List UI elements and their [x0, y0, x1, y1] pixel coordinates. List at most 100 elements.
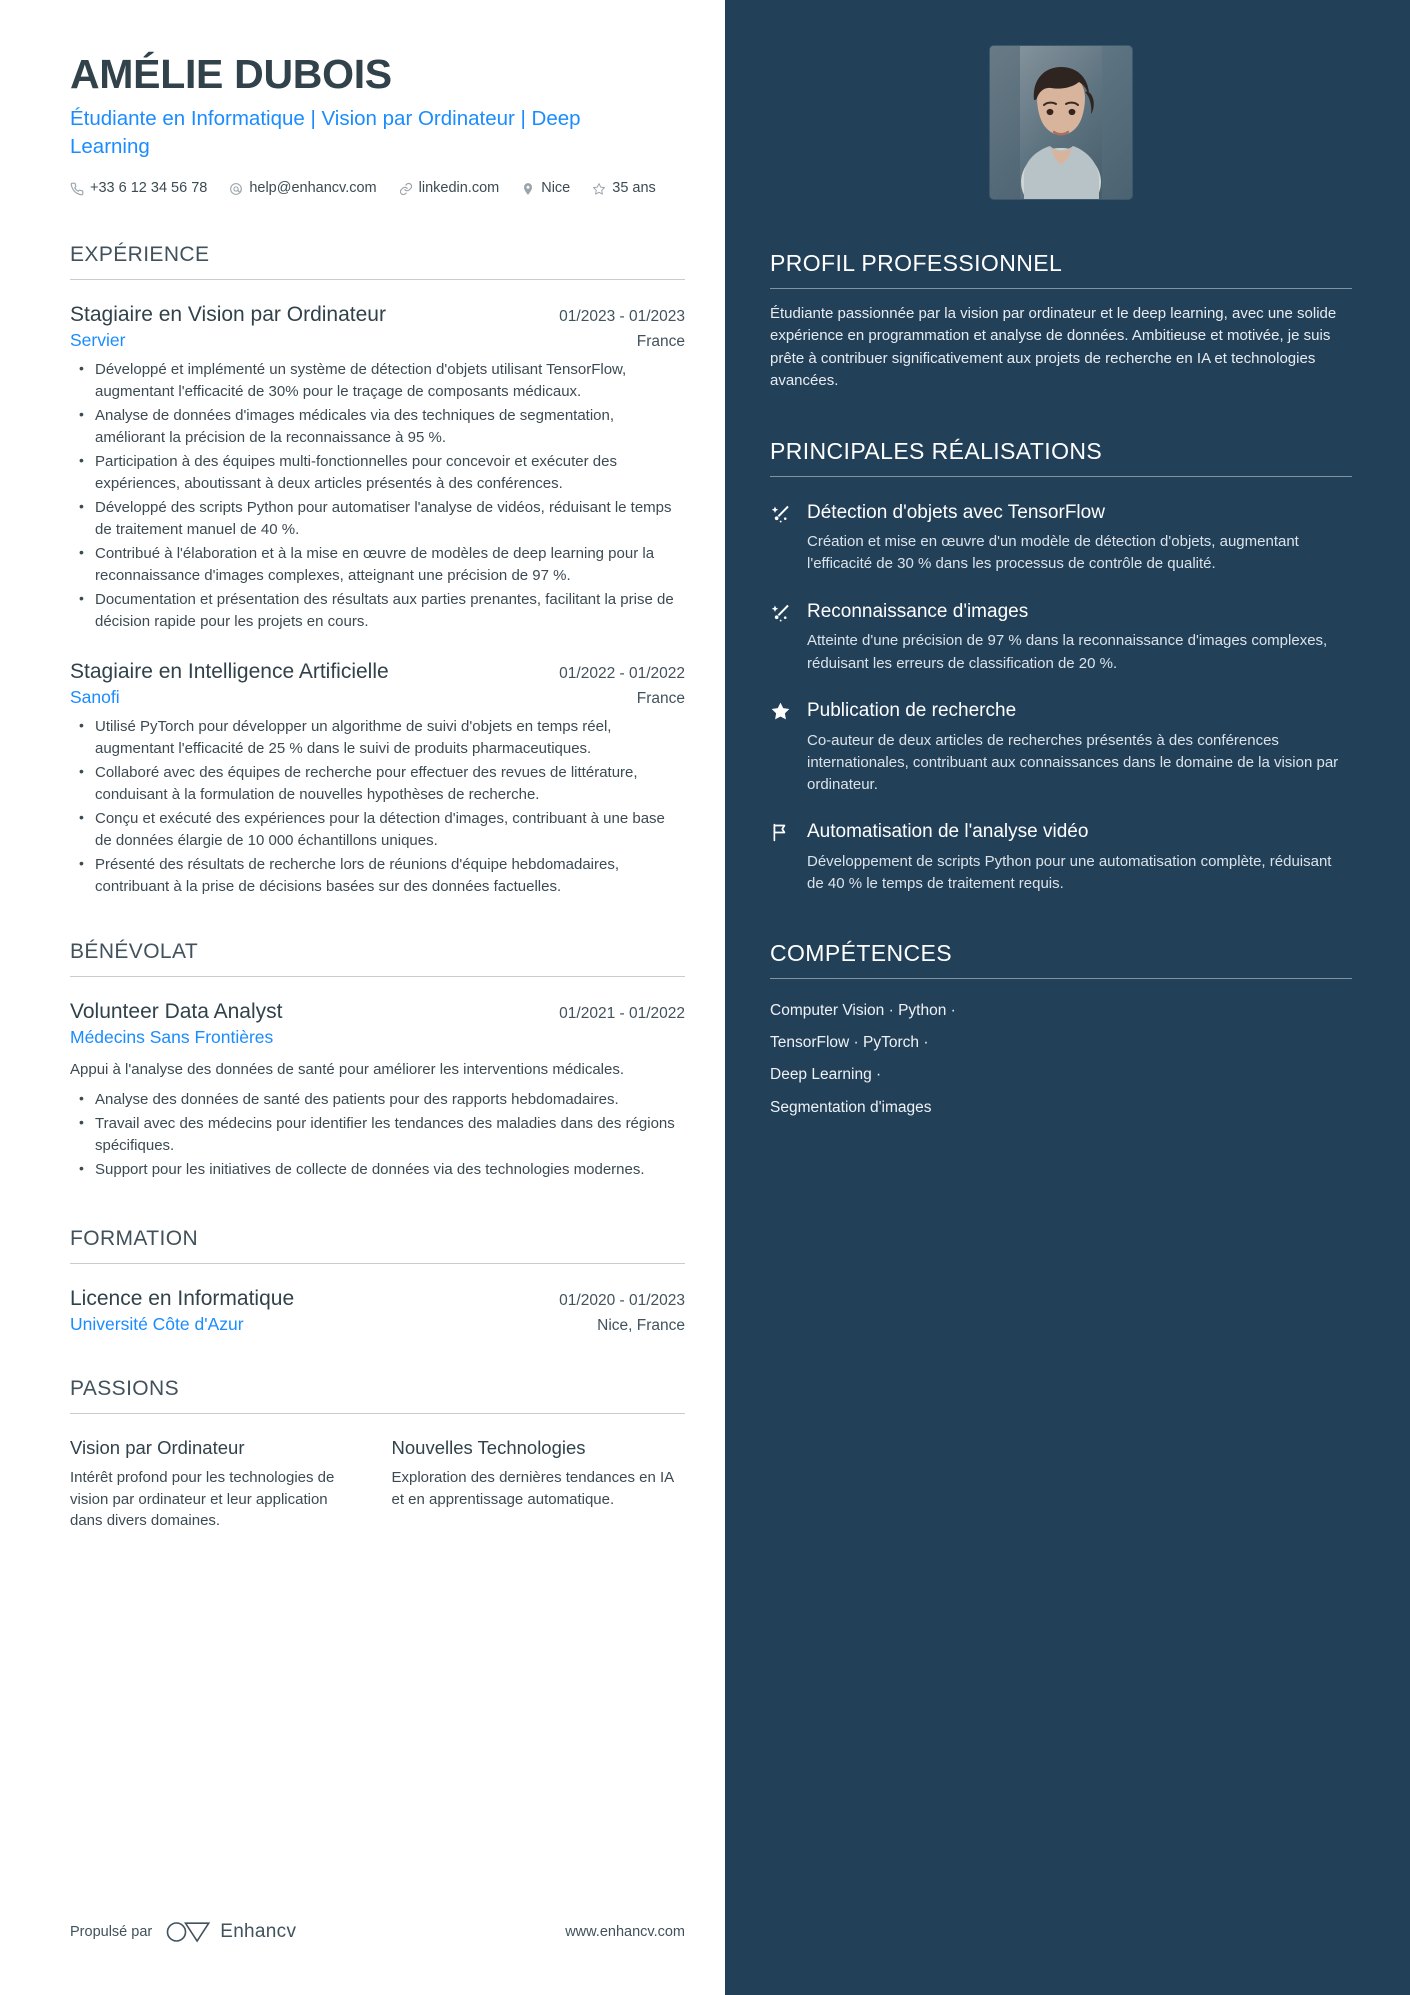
section-education: FORMATION Licence en Informatique 01/202… — [70, 1227, 685, 1335]
section-profile: PROFIL PROFESSIONNEL Étudiante passionné… — [770, 249, 1352, 393]
headline: Étudiante en Informatique | Vision par O… — [70, 106, 581, 159]
section-title-achievements: PRINCIPALES RÉALISATIONS — [770, 437, 1103, 464]
education-entry: Licence en Informatique 01/2020 - 01/202… — [70, 1286, 685, 1335]
photo-wrapper — [770, 46, 1352, 199]
divider — [70, 975, 685, 977]
achievement-description: Atteinte d'une précision de 97 % dans la… — [807, 632, 1328, 672]
contact-age-text: 35 ans — [612, 180, 656, 197]
list-item: Développé et implémenté un système de dé… — [70, 358, 685, 403]
achievement-description: Développement de scripts Python pour une… — [807, 852, 1332, 892]
phone-icon — [70, 182, 84, 196]
list-item: Développé des scripts Python pour automa… — [70, 496, 685, 541]
achievement-title: Reconnaissance d'images — [807, 600, 1029, 622]
list-item: Présenté des résultats de recherche lors… — [70, 853, 685, 898]
experience-org[interactable]: Servier — [70, 330, 125, 351]
contact-row: +33 6 12 34 56 78 help@enhancv.com linke… — [70, 175, 670, 203]
experience-role: Stagiaire en Intelligence Artificielle — [70, 659, 389, 683]
contact-email[interactable]: help@enhancv.com — [229, 175, 377, 203]
footer: Propulsé par Enhancv www.enhancv.com — [70, 1921, 685, 1943]
volunteering-date: 01/2021 - 01/2022 — [559, 1004, 685, 1022]
experience-bullets: Développé et implémenté un système de dé… — [70, 358, 685, 633]
footer-url[interactable]: www.enhancv.com — [565, 1924, 685, 1940]
sparkle-icon — [770, 600, 793, 675]
achievement-item: Détection d'objets avec TensorFlow Créat… — [770, 501, 1352, 576]
achievement-item: Automatisation de l'analyse vidéo Dévelo… — [770, 820, 1352, 895]
volunteering-description: Appui à l'analyse des données de santé p… — [70, 1060, 625, 1078]
divider — [770, 977, 1352, 979]
achievement-title: Publication de recherche — [807, 699, 1017, 721]
avatar — [990, 46, 1132, 199]
infinity-icon — [166, 1922, 211, 1943]
passion-name: Vision par Ordinateur — [70, 1436, 245, 1458]
passion-description: Intérêt profond pour les technologies de… — [70, 1468, 335, 1530]
education-school[interactable]: Université Côte d'Azur — [70, 1314, 244, 1335]
section-passions: PASSIONS Vision par Ordinateur Intérêt p… — [70, 1377, 685, 1532]
passion-item: Vision par Ordinateur Intérêt profond po… — [70, 1436, 364, 1532]
section-title-experience: EXPÉRIENCE — [70, 243, 210, 267]
experience-date: 01/2022 - 01/2022 — [559, 664, 685, 682]
achievement-title: Détection d'objets avec TensorFlow — [807, 501, 1105, 523]
header-block: AMÉLIE DUBOIS Étudiante en Informatique … — [70, 51, 685, 203]
enhancv-logo[interactable]: Enhancv — [165, 1921, 296, 1943]
profile-text: Étudiante passionnée par la vision par o… — [770, 304, 1337, 390]
experience-location: France — [636, 333, 685, 351]
powered-by-label: Propulsé par — [70, 1924, 153, 1940]
contact-location: Nice — [521, 175, 570, 203]
experience-location: France — [636, 690, 685, 708]
sidebar: PROFIL PROFESSIONNEL Étudiante passionné… — [725, 0, 1410, 1995]
passion-item: Nouvelles Technologies Exploration des d… — [392, 1436, 686, 1532]
volunteering-role: Volunteer Data Analyst — [70, 999, 283, 1023]
divider — [70, 279, 685, 281]
list-item: Analyse des données de santé des patient… — [70, 1088, 685, 1111]
education-location: Nice, France — [597, 1316, 685, 1334]
contact-phone-text: +33 6 12 34 56 78 — [90, 180, 208, 197]
contact-linkedin[interactable]: linkedin.com — [399, 175, 500, 203]
section-achievements: PRINCIPALES RÉALISATIONS Détection d'obj… — [770, 437, 1352, 895]
section-volunteering: BÉNÉVOLAT Volunteer Data Analyst 01/2021… — [70, 940, 685, 1181]
experience-org[interactable]: Sanofi — [70, 687, 120, 708]
resume-page: AMÉLIE DUBOIS Étudiante en Informatique … — [0, 0, 1410, 1995]
contact-location-text: Nice — [541, 180, 571, 197]
list-item: Utilisé PyTorch pour développer un algor… — [70, 715, 685, 760]
section-title-passions: PASSIONS — [70, 1376, 180, 1400]
list-item: Analyse de données d'images médicales vi… — [70, 404, 685, 449]
experience-entry: Stagiaire en Vision par Ordinateur 01/20… — [70, 302, 685, 633]
section-skills: COMPÉTENCES Computer Vision · Python · T… — [770, 939, 1352, 1124]
divider — [70, 1412, 685, 1414]
star-filled-icon — [770, 699, 793, 796]
passions-grid: Vision par Ordinateur Intérêt profond po… — [70, 1436, 685, 1532]
sparkle-icon — [770, 501, 793, 576]
list-item: Travail avec des médecins pour identifie… — [70, 1112, 685, 1157]
skill-line: Segmentation d'images — [770, 1098, 932, 1116]
section-title-volunteering: BÉNÉVOLAT — [70, 939, 199, 963]
flag-icon — [770, 820, 793, 895]
link-icon — [399, 182, 413, 196]
achievement-item: Publication de recherche Co-auteur de de… — [770, 699, 1352, 796]
skill-line: TensorFlow · PyTorch · — [770, 1034, 929, 1052]
experience-entry: Stagiaire en Intelligence Artificielle 0… — [70, 659, 685, 898]
skill-line: Deep Learning · — [770, 1066, 882, 1084]
education-date: 01/2020 - 01/2023 — [559, 1291, 685, 1309]
experience-date: 01/2023 - 01/2023 — [559, 308, 685, 326]
education-degree: Licence en Informatique — [70, 1286, 295, 1310]
volunteering-org[interactable]: Médecins Sans Frontières — [70, 1027, 273, 1048]
section-title-profile: PROFIL PROFESSIONNEL — [770, 250, 1063, 276]
volunteering-bullets: Analyse des données de santé des patient… — [70, 1088, 685, 1181]
page-title: AMÉLIE DUBOIS — [70, 51, 392, 97]
achievement-description: Co-auteur de deux articles de recherches… — [807, 731, 1339, 793]
divider — [70, 1262, 685, 1264]
list-item: Participation à des équipes multi-foncti… — [70, 450, 685, 495]
contact-linkedin-text: linkedin.com — [418, 180, 500, 197]
list-item: Collaboré avec des équipes de recherche … — [70, 761, 685, 806]
experience-bullets: Utilisé PyTorch pour développer un algor… — [70, 715, 685, 898]
volunteering-entry: Volunteer Data Analyst 01/2021 - 01/2022… — [70, 999, 685, 1181]
skill-line: Computer Vision · Python · — [770, 1001, 956, 1019]
section-title-skills: COMPÉTENCES — [770, 940, 953, 967]
list-item: Contribué à l'élaboration et à la mise e… — [70, 542, 685, 587]
achievement-item: Reconnaissance d'images Atteinte d'une p… — [770, 600, 1352, 675]
contact-email-text: help@enhancv.com — [249, 180, 377, 197]
contact-phone[interactable]: +33 6 12 34 56 78 — [70, 175, 207, 203]
portrait-photo-icon — [990, 46, 1132, 199]
main-column: AMÉLIE DUBOIS Étudiante en Informatique … — [0, 0, 725, 1995]
passion-description: Exploration des dernières tendances en I… — [391, 1468, 674, 1508]
